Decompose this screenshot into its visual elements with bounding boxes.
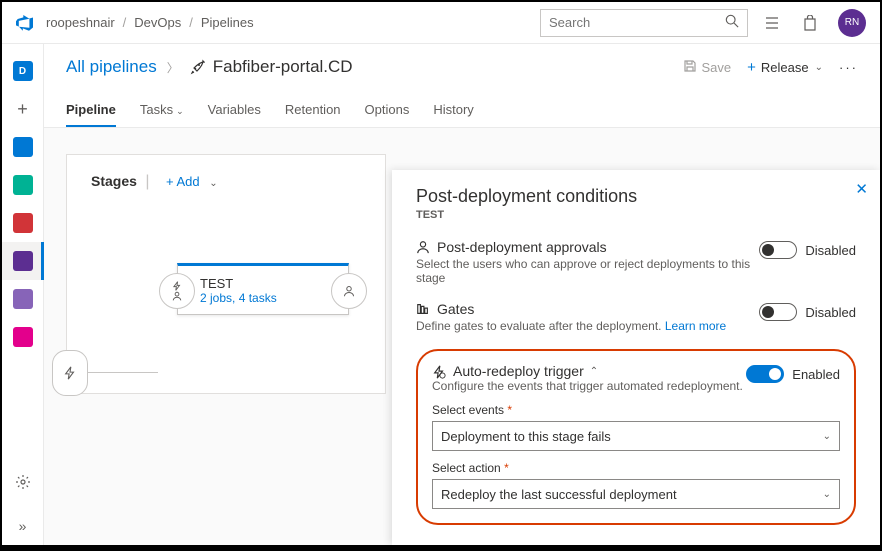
sidebar-settings[interactable] [2, 463, 44, 501]
gates-state: Disabled [805, 305, 856, 320]
test-icon [13, 213, 33, 233]
chevron-down-icon: ⌄ [209, 178, 217, 189]
tab-history[interactable]: History [433, 102, 473, 127]
sidebar-artifacts[interactable] [2, 280, 44, 318]
chevron-down-icon: ⌄ [815, 62, 823, 73]
project-icon: D [13, 61, 33, 81]
panel-title: Post-deployment conditions [416, 186, 856, 207]
approvals-title: Post-deployment approvals [437, 239, 607, 255]
redeploy-icon [432, 365, 446, 379]
post-deployment-panel: ✕ Post-deployment conditions TEST Post-d… [392, 170, 880, 545]
action-label: Select action [432, 461, 501, 475]
breadcrumb-separator: / [189, 15, 193, 30]
chevron-down-icon: ⌄ [823, 489, 831, 500]
person-icon [343, 285, 355, 297]
artifact-trigger-handle[interactable] [52, 350, 88, 396]
connector-line [88, 372, 158, 373]
save-icon [683, 59, 697, 76]
gear-icon [15, 474, 31, 490]
sidebar-tests[interactable] [2, 204, 44, 242]
gates-icon [416, 302, 430, 316]
pipelines-icon [13, 251, 33, 271]
post-deploy-conditions-handle[interactable] [331, 273, 367, 309]
bolt-icon [63, 366, 77, 380]
person-icon [172, 291, 182, 301]
gates-toggle[interactable] [759, 303, 797, 321]
azure-devops-logo[interactable] [16, 14, 34, 32]
user-avatar[interactable]: RN [838, 9, 866, 37]
boards-icon [13, 137, 33, 157]
gates-desc: Define gates to evaluate after the deplo… [416, 319, 662, 333]
redeploy-state: Enabled [792, 367, 840, 382]
more-button[interactable]: ··· [839, 60, 858, 75]
approvals-desc: Select the users who can approve or reje… [416, 257, 759, 285]
breadcrumb-page[interactable]: Pipelines [201, 15, 254, 30]
chevron-up-icon[interactable]: ⌃ [590, 366, 598, 377]
panel-subtitle: TEST [416, 209, 856, 221]
person-icon [416, 240, 430, 254]
stages-label: Stages [91, 173, 137, 189]
chevron-down-icon: ⌄ [823, 431, 831, 442]
search-box[interactable] [540, 9, 748, 37]
sidebar-repos[interactable] [2, 166, 44, 204]
redeploy-toggle[interactable] [746, 365, 784, 383]
tab-retention[interactable]: Retention [285, 102, 341, 127]
events-select[interactable]: Deployment to this stage fails ⌄ [432, 421, 840, 451]
artifacts-icon [13, 289, 33, 309]
pipeline-title[interactable]: Fabfiber-portal.CD [213, 57, 353, 77]
save-button[interactable]: Save [683, 59, 732, 76]
release-button[interactable]: +Release⌄ [747, 59, 823, 76]
plus-icon: + [747, 59, 756, 76]
left-sidebar: D + » [2, 44, 44, 545]
approvals-state: Disabled [805, 243, 856, 258]
events-value: Deployment to this stage fails [441, 429, 611, 444]
breadcrumb-area[interactable]: DevOps [134, 15, 181, 30]
stages-panel: Stages | + Add ⌄ TEST 2 jobs, 4 tasks [66, 154, 386, 394]
tab-tasks[interactable]: Tasks⌄ [140, 102, 184, 127]
sidebar-project[interactable]: D [2, 52, 44, 90]
all-pipelines-link[interactable]: All pipelines [66, 57, 157, 77]
action-select[interactable]: Redeploy the last successful deployment … [432, 479, 840, 509]
tab-variables[interactable]: Variables [208, 102, 261, 127]
sidebar-other[interactable] [2, 318, 44, 356]
repos-icon [13, 175, 33, 195]
redeploy-title: Auto-redeploy trigger [453, 363, 584, 379]
plus-icon: + [17, 99, 28, 120]
chevron-right-icon: 〉 [167, 59, 179, 76]
action-value: Redeploy the last successful deployment [441, 487, 677, 502]
auto-redeploy-highlight: Auto-redeploy trigger ⌃ Configure the eve… [416, 349, 856, 525]
search-icon [725, 14, 739, 31]
sidebar-pipelines[interactable] [2, 242, 44, 280]
pre-deploy-conditions-handle[interactable] [159, 273, 195, 309]
gates-learn-link[interactable]: Learn more [665, 319, 726, 333]
approvals-toggle[interactable] [759, 241, 797, 259]
add-stage-button[interactable]: + Add ⌄ [166, 174, 218, 189]
tab-pipeline[interactable]: Pipeline [66, 102, 116, 127]
search-input[interactable] [549, 15, 725, 30]
breadcrumb-separator: / [123, 15, 127, 30]
close-panel-button[interactable]: ✕ [855, 180, 868, 198]
gates-title: Gates [437, 301, 474, 317]
sidebar-boards[interactable] [2, 128, 44, 166]
chevrons-right-icon: » [19, 518, 27, 534]
chevron-down-icon: ⌄ [176, 106, 184, 116]
redeploy-desc: Configure the events that trigger automa… [432, 379, 746, 393]
release-pipeline-icon [189, 59, 205, 75]
stage-jobs-link[interactable]: 2 jobs, 4 tasks [200, 291, 277, 305]
tab-options[interactable]: Options [365, 102, 410, 127]
bolt-icon [172, 281, 182, 291]
list-icon[interactable] [758, 9, 786, 37]
sidebar-expand[interactable]: » [2, 507, 44, 545]
sidebar-add[interactable]: + [2, 90, 44, 128]
stage-name: TEST [200, 276, 277, 291]
other-icon [13, 327, 33, 347]
stage-card-test[interactable]: TEST 2 jobs, 4 tasks [177, 263, 349, 315]
events-label: Select events [432, 403, 504, 417]
bag-icon[interactable] [796, 9, 824, 37]
breadcrumb-user[interactable]: roopeshnair [46, 15, 115, 30]
